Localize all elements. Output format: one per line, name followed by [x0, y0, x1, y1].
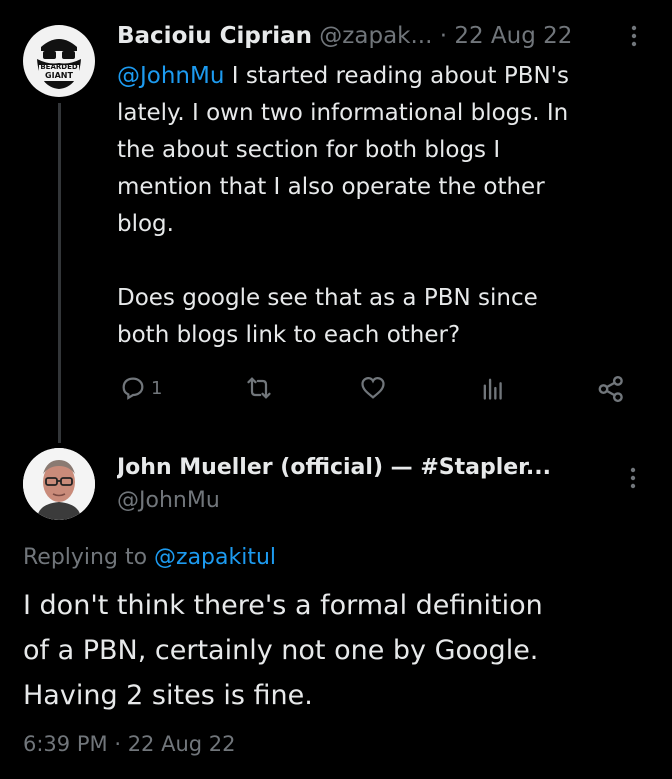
mention-link[interactable]: @JohnMu [117, 63, 224, 89]
tweet1-line-7: both blogs link to each other? [117, 322, 461, 348]
header-separator: · [439, 23, 448, 49]
tweet1-line-3: the about section for both blogs I [117, 137, 501, 163]
tweet1-body: @JohnMu I started reading about PBN's la… [117, 58, 657, 354]
reply-line-3: Having 2 sites is fine. [23, 680, 313, 711]
portrait-image [23, 448, 95, 520]
tweet-date[interactable]: 22 Aug 22 [454, 23, 572, 49]
reply-author-name[interactable]: John Mueller (official) — #Stapler... [117, 452, 603, 484]
avatar-john-mueller[interactable] [23, 448, 95, 520]
author-name[interactable]: Bacioiu Ciprian [117, 23, 312, 49]
reply-count: 1 [151, 377, 163, 399]
reply-icon [122, 377, 144, 400]
tweet1-line-4: mention that I also operate the other [117, 174, 545, 200]
like-button[interactable] [358, 374, 388, 402]
reply-line-1: I don't think there's a formal definitio… [23, 590, 543, 621]
reply-timestamp[interactable]: 6:39 PM · 22 Aug 22 [23, 728, 236, 760]
reply-time: 6:39 PM [23, 732, 108, 756]
avatar-bacioiu[interactable]: BEARDED GIANT G A M E S [23, 25, 95, 97]
share-button[interactable] [596, 374, 626, 404]
timestamp-separator: · [114, 732, 121, 756]
reply-more-options-icon[interactable] [630, 467, 636, 493]
reply-button[interactable]: 1 [119, 373, 162, 403]
bearded-giant-logo [37, 39, 81, 89]
retweet-button[interactable] [244, 374, 274, 402]
share-icon [598, 375, 623, 403]
tweet1-line-1: I started reading about PBN's [224, 63, 569, 89]
avatar-text-line-1: BEARDED [40, 63, 78, 71]
more-options-icon[interactable] [629, 25, 639, 47]
avatar-text-line-3: G A M E S [51, 81, 67, 85]
tweet1-header: Bacioiu Ciprian @zapak... · 22 Aug 22 [117, 20, 572, 52]
views-button[interactable] [479, 374, 507, 402]
avatar-text-line-2: GIANT [45, 71, 73, 80]
reply-line-2: of a PBN, certainly not one by Google. [23, 635, 539, 666]
reply-author-handle[interactable]: @JohnMu [117, 485, 220, 517]
heart-icon [361, 376, 385, 399]
replying-to: Replying to @zapakitul [23, 542, 276, 574]
tweet1-line-6: Does google see that as a PBN since [117, 285, 538, 311]
replying-to-link[interactable]: @zapakitul [154, 545, 276, 570]
analytics-icon [483, 378, 502, 400]
retweet-icon [247, 377, 271, 399]
reply-date: 22 Aug 22 [127, 732, 236, 756]
thread-connector-line [58, 103, 61, 443]
reply-body: I don't think there's a formal definitio… [23, 583, 663, 718]
tweet1-line-5: blog. [117, 211, 174, 237]
tweet1-line-2: lately. I own two informational blogs. I… [117, 100, 569, 126]
replying-to-label: Replying to [23, 545, 155, 570]
author-handle[interactable]: @zapak... [319, 23, 432, 49]
